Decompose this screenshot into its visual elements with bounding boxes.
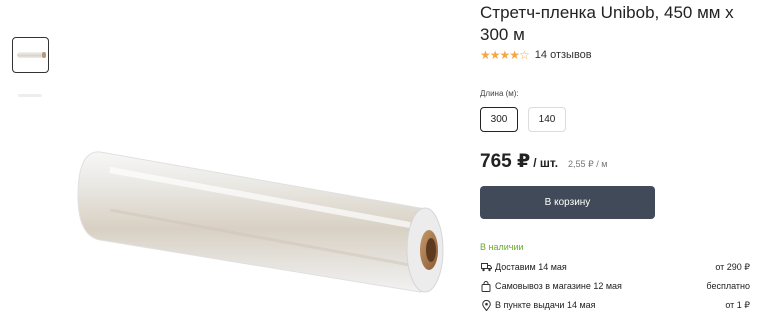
pickup-price: бесплатно xyxy=(706,281,750,291)
price-per-unit: / шт. xyxy=(533,156,559,170)
thumbnail-2[interactable] xyxy=(18,94,44,100)
rating-stars-icon: ★★★★☆ xyxy=(480,48,530,62)
price: 765 ₽ xyxy=(480,151,531,172)
truck-icon xyxy=(480,261,492,273)
delivery-row-pickup-point: В пункте выдачи 14 мая от 1 ₽ xyxy=(480,298,750,312)
reviews-link[interactable]: 14 отзывов xyxy=(535,49,592,61)
length-label: Длина (м): xyxy=(480,89,519,98)
pickup-point-text: В пункте выдачи 14 мая xyxy=(495,300,596,310)
product-title: Стретч-пленка Unibob, 450 мм х 300 м xyxy=(480,3,734,44)
product-image xyxy=(77,151,444,293)
delivery-price: от 290 ₽ xyxy=(715,261,750,272)
thumbnail-1[interactable] xyxy=(12,37,49,73)
stock-status: В наличии xyxy=(480,242,524,252)
pickup-point-price: от 1 ₽ xyxy=(725,299,750,310)
delivery-row-pickup-store: Самовывоз в магазине 12 мая бесплатно xyxy=(480,279,750,293)
location-pin-icon xyxy=(480,299,492,311)
length-option-140[interactable]: 140 xyxy=(528,107,566,132)
length-option-300[interactable]: 300 xyxy=(480,107,518,132)
bag-icon xyxy=(480,280,492,292)
thumbnail-roll-image xyxy=(16,52,46,58)
thumbnail-2-image xyxy=(18,94,42,97)
pickup-text: Самовывоз в магазине 12 мая xyxy=(495,281,622,291)
rating[interactable]: ★★★★☆ 14 отзывов xyxy=(480,49,592,61)
add-to-cart-button[interactable]: В корзину xyxy=(480,186,655,219)
delivery-row-courier: Доставим 14 мая от 290 ₽ xyxy=(480,260,750,274)
delivery-text: Доставим 14 мая xyxy=(495,262,567,272)
unit-price: 2,55 ₽ / м xyxy=(568,159,608,169)
price-block: 765 ₽ / шт. 2,55 ₽ / м xyxy=(480,150,607,173)
